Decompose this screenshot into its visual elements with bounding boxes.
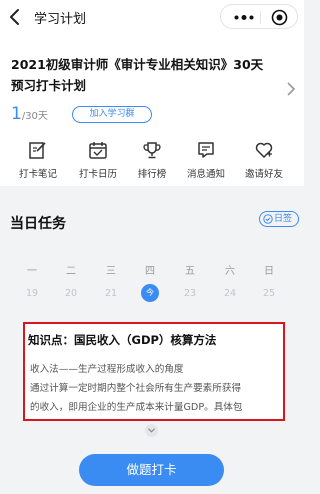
practice-checkin-button[interactable]: 做题打卡 xyxy=(79,454,224,486)
tool-row: 打卡笔记 打卡日历 排行榜 消息通知 邀请好友 xyxy=(0,140,304,186)
more-dots-icon[interactable] xyxy=(234,15,254,20)
chevron-right-icon[interactable] xyxy=(286,82,295,96)
knowledge-text-line: 的收入，即用企业的生产成本来计量GDP。具体包 xyxy=(30,402,243,413)
tool-notifications[interactable]: 消息通知 xyxy=(176,140,236,186)
weekday-label: 五 xyxy=(185,266,195,277)
weekday-label: 三 xyxy=(106,266,116,277)
calendar-date[interactable]: 19 xyxy=(22,288,42,299)
capsule-divider xyxy=(260,11,261,24)
weekday-label: 一 xyxy=(27,266,37,277)
progress-current: 1 xyxy=(11,104,22,124)
weekday-label: 日 xyxy=(264,266,274,277)
tool-invite-friends[interactable]: 邀请好友 xyxy=(234,140,294,186)
tool-label: 打卡日历 xyxy=(78,169,117,180)
weekday-label: 二 xyxy=(66,266,76,277)
back-arrow-icon[interactable] xyxy=(7,7,23,27)
calendar-date[interactable]: 21 xyxy=(101,288,121,299)
knowledge-point-card[interactable]: 知识点：国民收入（GDP）核算方法 收入法——生产过程形成收入的角度 通过计算一… xyxy=(23,322,285,421)
tool-label: 打卡笔记 xyxy=(18,169,57,180)
plan-title: 2021初级审计师《审计专业相关知识》30天预习打卡计划 xyxy=(11,57,264,93)
knowledge-text-line: 收入法——生产过程形成收入的角度 xyxy=(30,364,184,375)
daily-sign-label: 日签 xyxy=(274,214,293,224)
message-icon xyxy=(198,142,214,158)
calendar-date-today[interactable]: 今 xyxy=(141,284,159,302)
calendar-date[interactable]: 20 xyxy=(61,288,81,299)
tool-checkin-notes[interactable]: 打卡笔记 xyxy=(8,140,68,186)
tool-leaderboard[interactable]: 排行榜 xyxy=(122,140,182,186)
weekday-label: 四 xyxy=(145,266,155,277)
note-edit-icon xyxy=(29,142,46,159)
calendar-date[interactable]: 25 xyxy=(259,288,279,299)
weekday-label: 六 xyxy=(225,266,235,277)
miniprogram-capsule xyxy=(220,4,298,29)
knowledge-text-line: 通过计算一定时期内整个社会所有生产要素所获得 xyxy=(30,383,242,394)
calendar-icon xyxy=(89,142,107,159)
plan-card[interactable]: 2021初级审计师《审计专业相关知识》30天预习打卡计划 1/30天 加入学习群… xyxy=(0,34,304,186)
top-nav-bar: 学习计划 xyxy=(0,0,304,34)
calendar-date[interactable]: 23 xyxy=(180,288,200,299)
page-title: 学习计划 xyxy=(34,12,87,27)
tool-checkin-calendar[interactable]: 打卡日历 xyxy=(68,140,128,186)
calendar-date[interactable]: 24 xyxy=(220,288,240,299)
daily-task-heading: 当日任务 xyxy=(10,216,66,232)
tool-label: 消息通知 xyxy=(186,169,225,180)
knowledge-point-title: 知识点：国民收入（GDP）核算方法 xyxy=(28,333,217,347)
tool-label: 排行榜 xyxy=(137,169,167,180)
trophy-icon xyxy=(143,142,161,159)
check-circle-icon xyxy=(263,214,273,224)
join-group-button[interactable]: 加入学习群 xyxy=(72,106,152,123)
daily-sign-button[interactable]: 日签 xyxy=(259,211,299,227)
chevron-down-icon xyxy=(148,428,155,433)
expand-button[interactable] xyxy=(145,424,158,437)
invite-heart-icon xyxy=(255,142,273,158)
progress-total: /30天 xyxy=(21,111,48,122)
close-target-icon[interactable] xyxy=(271,9,288,26)
plan-progress: 1/30天 xyxy=(11,104,48,124)
tool-label: 邀请好友 xyxy=(244,169,283,180)
